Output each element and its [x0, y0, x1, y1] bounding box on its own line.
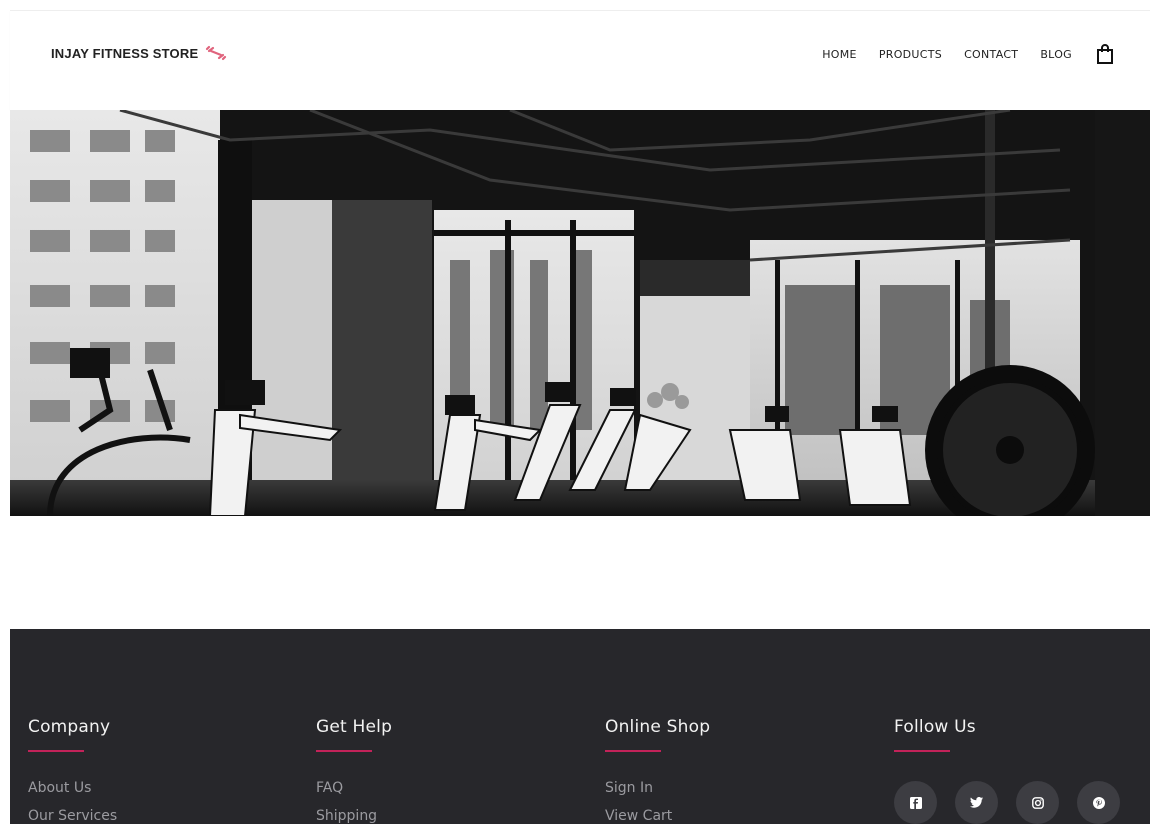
- nav-products[interactable]: PRODUCTS: [879, 48, 942, 61]
- twitter-icon[interactable]: [955, 781, 998, 824]
- instagram-icon[interactable]: [1016, 781, 1059, 824]
- main-nav: HOME PRODUCTS CONTACT BLOG: [822, 43, 1114, 65]
- footer-heading: Follow Us: [894, 717, 976, 737]
- footer-col-get-help: Get Help FAQ Shipping: [316, 717, 392, 824]
- heading-underline: [28, 750, 84, 752]
- site-header: INJAY FITNESS STORE HOME PRODUCTS CONTAC…: [10, 10, 1150, 110]
- footer-link-about-us[interactable]: About Us: [28, 774, 117, 802]
- facebook-icon[interactable]: [894, 781, 937, 824]
- nav-home[interactable]: HOME: [822, 48, 857, 61]
- heading-underline: [894, 750, 950, 752]
- footer-heading: Get Help: [316, 717, 393, 737]
- brand-name: INJAY FITNESS STORE: [51, 45, 199, 61]
- pinterest-icon[interactable]: [1077, 781, 1120, 824]
- footer-heading: Company: [28, 717, 111, 737]
- footer-col-company: Company About Us Our Services: [28, 717, 117, 824]
- heading-underline: [316, 750, 372, 752]
- footer-link-sign-in[interactable]: Sign In: [605, 774, 710, 802]
- nav-blog[interactable]: BLOG: [1040, 48, 1072, 61]
- footer-col-follow-us: Follow Us: [894, 717, 1120, 824]
- brand-logo[interactable]: INJAY FITNESS STORE: [51, 45, 228, 61]
- page: INJAY FITNESS STORE HOME PRODUCTS CONTAC…: [10, 10, 1150, 824]
- footer-link-shipping[interactable]: Shipping: [316, 802, 392, 824]
- footer-heading: Online Shop: [605, 717, 711, 737]
- site-footer: Company About Us Our Services Get Help F…: [10, 629, 1150, 824]
- footer-col-online-shop: Online Shop Sign In View Cart: [605, 717, 710, 824]
- social-links: [894, 781, 1120, 824]
- footer-link-faq[interactable]: FAQ: [316, 774, 392, 802]
- heading-underline: [605, 750, 661, 752]
- shopping-bag-icon[interactable]: [1096, 43, 1114, 65]
- hero-image: [10, 110, 1150, 516]
- nav-contact[interactable]: CONTACT: [964, 48, 1018, 61]
- dumbbell-icon: [204, 45, 228, 61]
- footer-link-our-services[interactable]: Our Services: [28, 802, 117, 824]
- footer-link-view-cart[interactable]: View Cart: [605, 802, 710, 824]
